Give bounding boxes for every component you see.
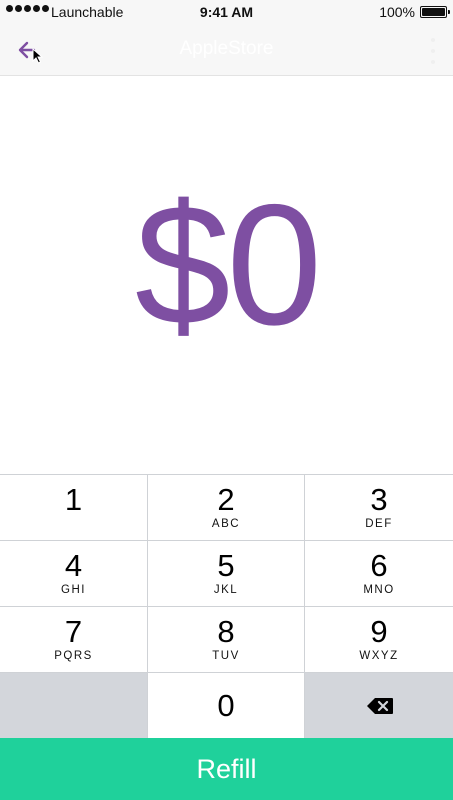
battery-icon bbox=[420, 6, 450, 18]
key-letters: PQRS bbox=[54, 650, 93, 662]
key-5[interactable]: 5 JKL bbox=[148, 541, 305, 607]
key-digit: 3 bbox=[370, 482, 388, 517]
key-letters: TUV bbox=[212, 650, 240, 662]
key-digit: 1 bbox=[64, 482, 83, 517]
key-digit: 2 bbox=[217, 482, 235, 517]
amount-display: $0 bbox=[134, 169, 322, 361]
key-2[interactable]: 2 ABC bbox=[148, 475, 305, 541]
status-bar: Launchable 9:41 AM 100% bbox=[0, 0, 453, 24]
key-letters: JKL bbox=[213, 584, 239, 596]
navigation-bar: AppleStore bbox=[0, 24, 453, 76]
page-title: AppleStore bbox=[179, 38, 274, 59]
key-6[interactable]: 6 MNO bbox=[305, 541, 453, 607]
delete-key[interactable] bbox=[305, 673, 453, 739]
empty-key bbox=[0, 673, 148, 739]
key-letters: GHI bbox=[61, 584, 86, 596]
key-letters: DEF bbox=[365, 518, 393, 530]
key-9[interactable]: 9 WXYZ bbox=[305, 607, 453, 673]
more-vertical-icon[interactable] bbox=[431, 38, 437, 64]
key-digit: 9 bbox=[370, 614, 388, 649]
key-letters: ABC bbox=[211, 518, 241, 530]
key-digit: 6 bbox=[370, 548, 388, 583]
key-letters: MNO bbox=[363, 584, 395, 596]
key-3[interactable]: 3 DEF bbox=[305, 475, 453, 541]
refill-button[interactable]: Refill bbox=[0, 738, 453, 800]
key-4[interactable]: 4 GHI bbox=[0, 541, 148, 607]
key-letters: WXYZ bbox=[359, 650, 399, 662]
number-keypad: 1 2 ABC 3 DEF 4 GHI 5 JKL 6 MNO 7 PQRS 8… bbox=[0, 474, 453, 739]
key-1[interactable]: 1 bbox=[0, 475, 148, 541]
key-7[interactable]: 7 PQRS bbox=[0, 607, 148, 673]
backspace-icon bbox=[367, 698, 393, 714]
key-digit: 7 bbox=[64, 614, 83, 649]
key-digit: 8 bbox=[217, 614, 235, 649]
key-digit: 0 bbox=[217, 688, 235, 723]
key-digit: 5 bbox=[217, 548, 235, 583]
battery-percentage: 100% bbox=[379, 4, 415, 20]
key-digit: 4 bbox=[64, 548, 83, 583]
key-0[interactable]: 0 bbox=[148, 673, 305, 739]
key-8[interactable]: 8 TUV bbox=[148, 607, 305, 673]
